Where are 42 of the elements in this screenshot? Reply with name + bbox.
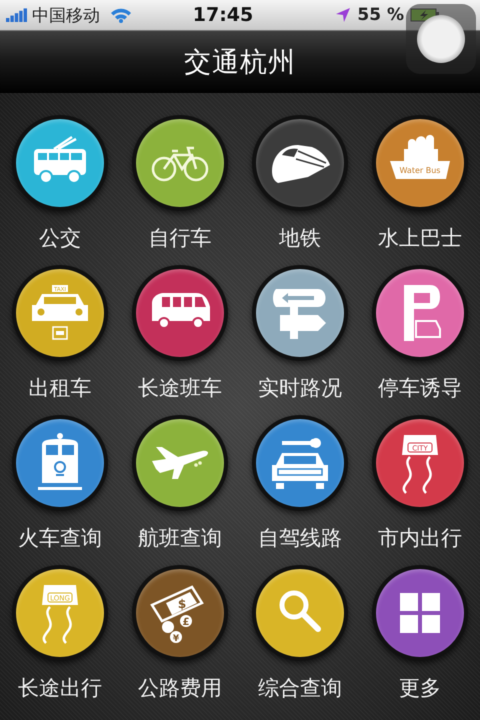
car-road-icon [42,585,78,644]
taxi-icon [32,285,88,340]
menu-item[interactable]: 地铁 [240,117,360,251]
menu-item[interactable]: 公交 [0,117,120,251]
battery-text: 55 % [357,5,404,25]
menu-item[interactable]: 更多 [360,567,480,701]
bullet-train-icon [272,145,330,183]
battery-icon [410,8,440,22]
airplane-icon [152,447,208,479]
signal-icon [6,8,28,22]
car-key-icon [272,438,328,489]
menu-item[interactable]: 综合查询 [240,567,360,701]
grid-icon [400,593,440,633]
locomotive-icon [38,433,82,490]
location-icon [335,7,352,23]
pound-text: £ [182,617,190,628]
signpost-icon [273,289,326,339]
trolleybus-icon [34,136,86,184]
menu-item[interactable]: 长途班车 [120,267,240,401]
search-icon [280,590,321,632]
menu-item[interactable]: 自行车 [120,117,240,251]
wifi-icon [110,7,132,23]
car-road-icon [402,435,438,494]
parking-icon [404,285,441,341]
money-icon [150,585,204,643]
menu-item[interactable]: $ £ ¥ 公路费用 [120,567,240,701]
app-title: 交通杭州 [184,46,296,80]
menu-item[interactable]: 停车诱导 [360,267,480,401]
clock-text: 17:45 [192,4,254,26]
dollar-text: $ [178,597,186,611]
minibus-icon [152,293,210,329]
assistive-touch-button[interactable] [406,4,476,74]
menu-item[interactable]: 航班查询 [120,417,240,551]
menu-item[interactable]: 自驾线路 [240,417,360,551]
carrier-text: 中国移动 [32,4,100,26]
yen-text: ¥ [172,634,180,644]
menu-item[interactable]: 实时路况 [240,267,360,401]
menu-item[interactable]: Water Bus 水上巴士 [360,117,480,251]
ferry-icon [390,134,450,179]
bicycle-icon [152,146,208,182]
ferry-sign-text: Water Bus [400,166,440,175]
menu-item[interactable]: 火车查询 [0,417,120,551]
